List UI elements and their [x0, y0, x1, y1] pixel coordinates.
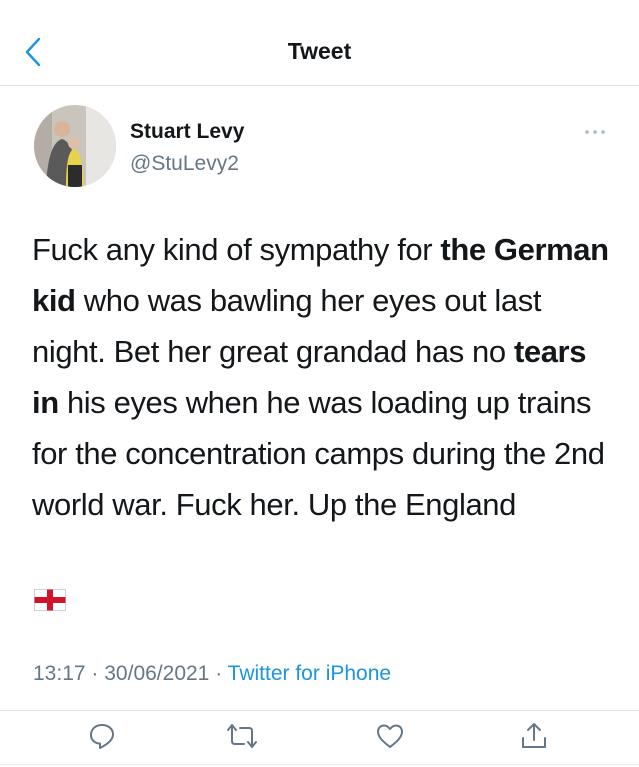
divider [0, 710, 639, 711]
meta-separator: · [91, 662, 99, 685]
page-title: Tweet [287, 38, 352, 64]
share-button[interactable] [514, 716, 554, 756]
tweet-text: Fuck any kind of sympathy for the German… [32, 224, 612, 530]
reply-icon [90, 724, 114, 749]
nav-header: Tweet [0, 0, 639, 86]
more-options-button[interactable] [580, 124, 610, 140]
tweet-author: Stuart Levy @StuLevy2 [34, 105, 605, 195]
tweet-text-segment: Fuck any kind of sympathy for [32, 232, 441, 267]
tweet-text-segment: who was bawling her eyes out last night.… [32, 283, 542, 369]
avatar[interactable] [34, 105, 116, 187]
share-icon [522, 723, 546, 748]
tweet-date: 30/06/2021 [104, 662, 210, 685]
bottom-divider [0, 764, 639, 765]
tweet-time: 13:17 [33, 662, 86, 685]
tweet-source-link[interactable]: Twitter for iPhone [228, 662, 391, 685]
author-handle[interactable]: @StuLevy2 [130, 152, 239, 176]
retweet-icon [227, 724, 257, 748]
action-bar [0, 712, 639, 762]
retweet-button[interactable] [222, 716, 262, 756]
england-flag-icon [34, 589, 66, 611]
author-display-name[interactable]: Stuart Levy [130, 120, 244, 144]
meta-separator: · [215, 662, 223, 685]
more-dots-icon [585, 130, 605, 134]
reply-button[interactable] [82, 716, 122, 756]
tweet-meta: 13:17 · 30/06/2021 · Twitter for iPhone [33, 662, 391, 686]
like-button[interactable] [370, 716, 410, 756]
avatar-image [34, 105, 116, 187]
tweet-text-segment: his eyes when he was loading up trains f… [32, 385, 605, 522]
like-icon [377, 724, 403, 748]
